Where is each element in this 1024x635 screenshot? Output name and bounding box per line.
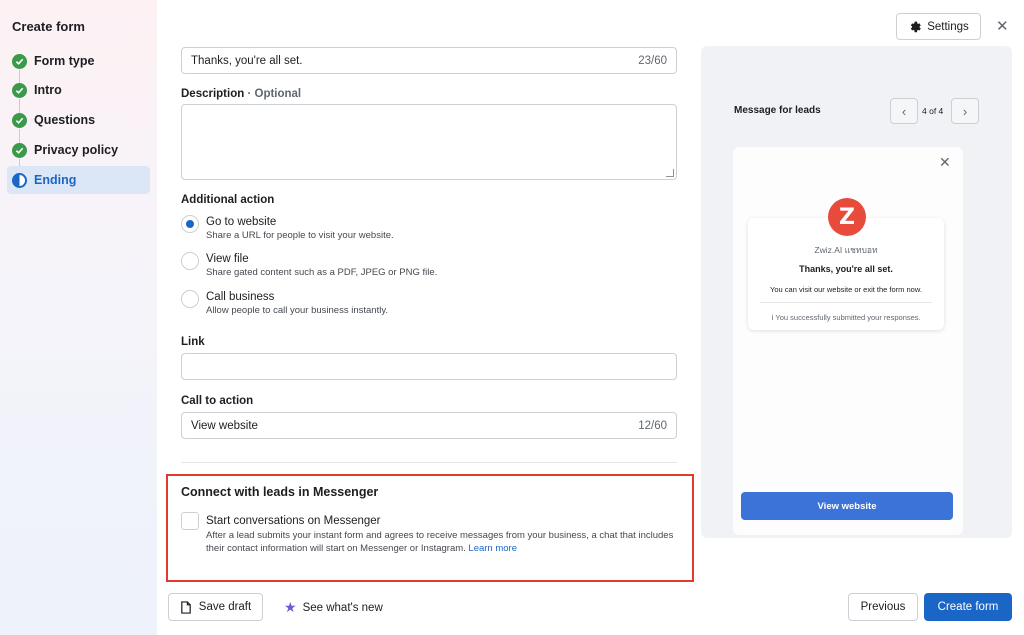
preview-text: You can visit our website or exit the fo…: [770, 285, 922, 294]
star-icon: ★: [284, 599, 297, 615]
sidebar-title: Create form: [12, 19, 85, 34]
messenger-description: After a lead submits your instant form a…: [206, 529, 676, 555]
additional-action-label: Additional action: [181, 194, 275, 206]
radio-view-file[interactable]: View file Share gated content such as a …: [181, 252, 437, 279]
sidebar-step-questions[interactable]: Questions: [7, 106, 150, 134]
save-draft-label: Save draft: [198, 601, 252, 613]
close-dialog-icon[interactable]: ✕: [996, 17, 1009, 35]
section-divider: [181, 462, 677, 463]
learn-more-link[interactable]: Learn more: [468, 543, 517, 554]
settings-label: Settings: [927, 20, 969, 33]
radio-button[interactable]: [181, 252, 199, 270]
radio-button[interactable]: [181, 215, 199, 233]
business-avatar: Z: [828, 198, 866, 236]
headline-value: Thanks, you're all set.: [191, 54, 303, 67]
messenger-description-text: After a lead submits your instant form a…: [206, 530, 674, 554]
sidebar: Create form Form type Intro Questions Pr…: [0, 0, 157, 635]
radio-call-business[interactable]: Call business Allow people to call your …: [181, 290, 388, 317]
previous-page-button[interactable]: ‹: [890, 98, 918, 124]
save-draft-button[interactable]: Save draft: [168, 593, 263, 621]
optional-tag: · Optional: [247, 88, 302, 100]
messenger-checkbox-label: Start conversations on Messenger: [206, 515, 381, 527]
link-label: Link: [181, 336, 205, 348]
sidebar-step-intro[interactable]: Intro: [7, 76, 150, 104]
chevron-left-icon: ‹: [901, 103, 907, 119]
cta-label: Call to action: [181, 395, 254, 407]
in-progress-icon: [12, 172, 27, 188]
gear-icon: [911, 21, 921, 33]
description-label: Description · Optional: [181, 88, 301, 100]
radio-go-to-website[interactable]: Go to website Share a URL for people to …: [181, 215, 394, 242]
chevron-right-icon: ›: [962, 103, 968, 119]
sidebar-step-privacy-policy[interactable]: Privacy policy: [7, 136, 150, 164]
radio-description: Share gated content such as a PDF, JPEG …: [206, 267, 438, 278]
preview-note: ⅰ You successfully submitted your respon…: [748, 313, 944, 322]
resize-handle-icon[interactable]: [666, 169, 674, 177]
check-circle-icon: [12, 82, 27, 98]
cta-input[interactable]: View website 12/60: [181, 412, 677, 439]
create-form-button[interactable]: Create form: [924, 593, 1012, 621]
headline-input[interactable]: Thanks, you're all set. 23/60: [181, 47, 677, 74]
radio-description: Allow people to call your business insta…: [206, 305, 389, 316]
preview-heading: Thanks, you're all set.: [799, 264, 893, 274]
sidebar-step-label: Intro: [34, 83, 62, 97]
previous-button[interactable]: Previous: [848, 593, 918, 621]
pager-indicator: 4 of 4: [922, 106, 944, 116]
check-circle-icon: [12, 112, 27, 128]
sidebar-step-ending[interactable]: Ending: [7, 166, 150, 194]
sidebar-step-label: Privacy policy: [34, 143, 119, 157]
close-icon: ✕: [939, 154, 951, 170]
description-textarea[interactable]: [181, 104, 677, 180]
card-divider: [760, 302, 932, 303]
settings-button[interactable]: Settings: [896, 13, 981, 40]
business-name: Zwiz.AI แชทบอท: [814, 245, 878, 255]
headline-char-count: 23/60: [638, 54, 667, 67]
sidebar-step-form-type[interactable]: Form type: [7, 47, 150, 75]
whats-new-label: See what's new: [302, 601, 383, 614]
radio-title: View file: [206, 253, 249, 265]
cta-char-count: 12/60: [638, 419, 667, 432]
sidebar-step-label: Questions: [34, 113, 96, 127]
preview-view-website-button: View website: [741, 492, 953, 520]
whats-new-button[interactable]: ★ See what's new: [284, 599, 383, 616]
description-label-text: Description: [181, 88, 245, 100]
preview-note-text: You successfully submitted your response…: [775, 313, 921, 322]
messenger-checkbox[interactable]: [181, 512, 199, 530]
radio-button[interactable]: [181, 290, 199, 308]
link-input[interactable]: [181, 353, 677, 380]
sidebar-step-label: Ending: [34, 173, 77, 187]
document-icon: [180, 600, 191, 614]
check-circle-icon: [12, 142, 27, 158]
check-circle-icon: [12, 53, 27, 69]
preview-label: Message for leads: [734, 105, 821, 116]
radio-title: Go to website: [206, 216, 277, 228]
cta-value: View website: [191, 419, 258, 432]
sidebar-step-label: Form type: [34, 54, 95, 68]
radio-title: Call business: [206, 291, 275, 303]
info-icon: ⅰ: [771, 313, 774, 322]
radio-description: Share a URL for people to visit your web…: [206, 230, 394, 241]
next-page-button[interactable]: ›: [951, 98, 979, 124]
messenger-section-title: Connect with leads in Messenger: [181, 485, 379, 499]
